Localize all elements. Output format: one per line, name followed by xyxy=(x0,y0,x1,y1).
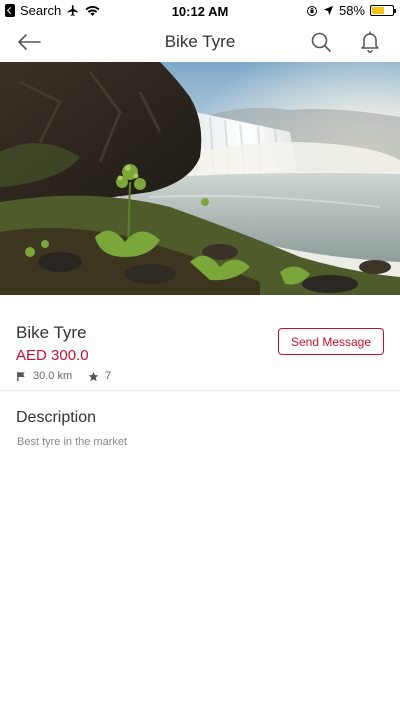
status-bar-right: 58% xyxy=(306,3,396,18)
battery-icon xyxy=(370,5,396,16)
status-bar: Search 10:12 AM 58% xyxy=(0,0,400,22)
flag-icon xyxy=(17,371,25,381)
page-title: Bike Tyre xyxy=(164,32,236,51)
listing-image[interactable] xyxy=(0,62,400,295)
star-icon xyxy=(88,371,99,381)
bell-icon xyxy=(361,31,379,53)
back-button[interactable] xyxy=(16,30,42,54)
location-arrow-icon xyxy=(323,5,334,16)
rating-info: 7 xyxy=(88,370,111,382)
notifications-button[interactable] xyxy=(358,29,382,53)
battery-level xyxy=(372,7,384,14)
search-icon xyxy=(311,32,331,52)
arrow-left-icon xyxy=(18,34,41,50)
distance-value: 30.0 km xyxy=(33,370,73,382)
listing-details: Bike Tyre AED 300.0 30.0 km 7 Send Messa… xyxy=(0,295,400,391)
orientation-lock-icon xyxy=(306,5,317,16)
description-heading: Description xyxy=(16,409,97,426)
listing-meta: 30.0 km 7 xyxy=(16,370,111,382)
listing-price: AED 300.0 xyxy=(16,347,89,364)
nav-bar: Bike Tyre xyxy=(0,22,400,62)
send-message-button[interactable]: Send Message xyxy=(278,328,384,355)
listing-title: Bike Tyre xyxy=(16,323,87,342)
description-text: Best tyre in the market xyxy=(17,436,128,448)
search-button[interactable] xyxy=(309,30,333,54)
rating-value: 7 xyxy=(105,370,112,382)
waterfall-photo xyxy=(0,62,400,295)
distance-info: 30.0 km xyxy=(16,370,72,382)
battery-percent: 58% xyxy=(338,3,365,18)
